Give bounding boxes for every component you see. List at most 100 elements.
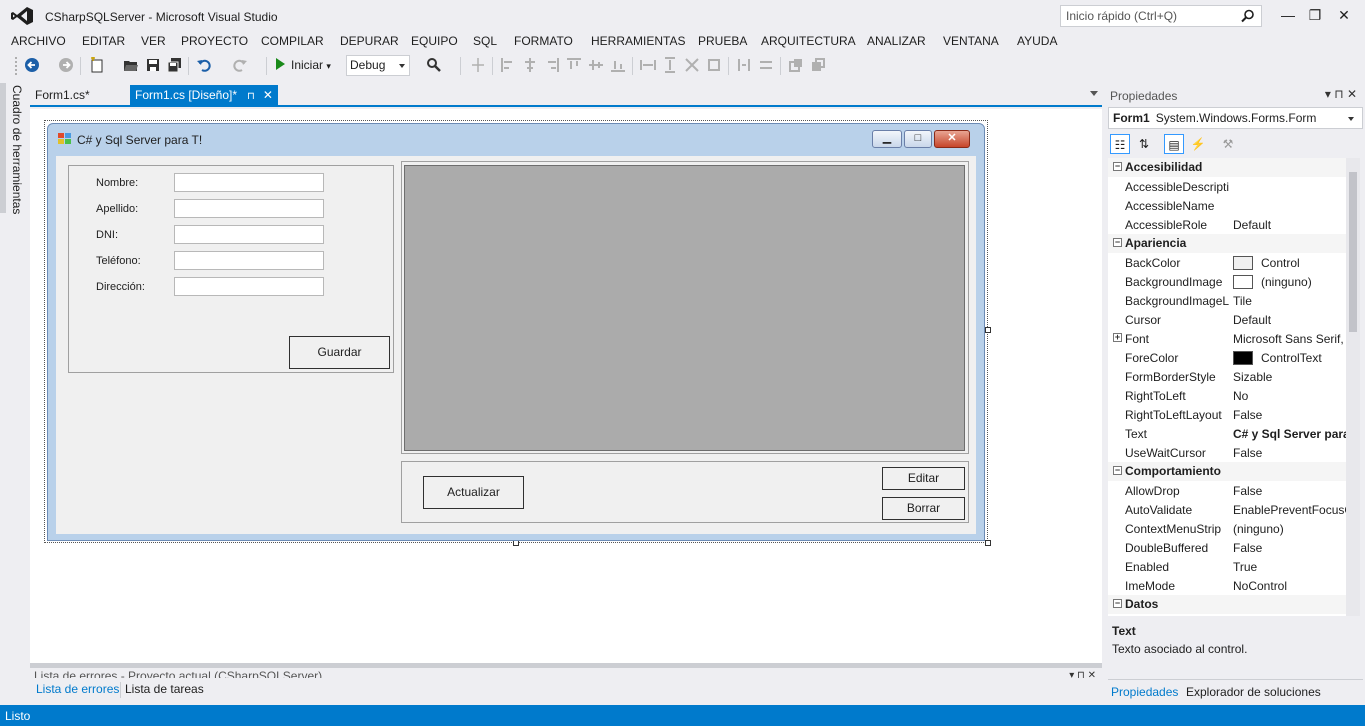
menu-archivo[interactable]: ARCHIVO (11, 34, 66, 48)
property-row[interactable]: ContextMenuStrip (ninguno) (1108, 519, 1346, 538)
borrar-button[interactable]: Borrar (882, 497, 965, 520)
actualizar-button[interactable]: Actualizar (423, 476, 524, 509)
property-row[interactable]: ForeColor ControlText (1108, 348, 1346, 367)
form-designer-surface[interactable]: C# y Sql Server para T! ▁ □ ✕ Nombre: Ap… (30, 109, 1102, 663)
property-row[interactable]: BackColor Control (1108, 253, 1346, 272)
properties-icon[interactable]: ▤ (1164, 134, 1184, 154)
property-row[interactable]: AccessibleDescription (1108, 177, 1346, 196)
property-pages-icon[interactable]: ⚒ (1218, 134, 1238, 154)
form-minimize-button[interactable]: ▁ (872, 130, 902, 148)
collapse-icon[interactable]: − (1113, 238, 1122, 247)
property-category[interactable]: − Datos (1108, 595, 1346, 614)
menu-formato[interactable]: FORMATO (514, 34, 573, 48)
property-value[interactable]: False (1233, 484, 1346, 498)
property-value[interactable]: ControlText (1233, 351, 1346, 365)
menu-equipo[interactable]: EQUIPO (411, 34, 458, 48)
property-row[interactable]: AutoValidate EnablePreventFocusChange (1108, 500, 1346, 519)
menu-depurar[interactable]: DEPURAR (340, 34, 399, 48)
menu-ayuda[interactable]: AYUDA (1017, 34, 1057, 48)
property-value[interactable]: NoControl (1233, 579, 1346, 593)
open-file-icon[interactable] (123, 57, 139, 73)
property-value[interactable]: Sizable (1233, 370, 1346, 384)
data-grid-view[interactable] (404, 165, 965, 451)
property-row[interactable]: AccessibleName (1108, 196, 1346, 215)
property-category[interactable]: − Comportamiento (1108, 462, 1346, 481)
property-value[interactable]: Default (1233, 218, 1346, 232)
property-row[interactable]: UseWaitCursor False (1108, 443, 1346, 462)
quick-launch-input[interactable]: Inicio rápido (Ctrl+Q) (1060, 5, 1262, 27)
menu-ver[interactable]: VER (141, 34, 166, 48)
save-icon[interactable] (145, 57, 161, 73)
save-all-icon[interactable] (167, 57, 183, 73)
resize-handle-corner[interactable] (985, 540, 991, 546)
new-project-icon[interactable] (89, 57, 105, 73)
editar-button[interactable]: Editar (882, 467, 965, 490)
resize-handle-right[interactable] (985, 327, 991, 333)
nombre-textbox[interactable] (174, 173, 324, 192)
property-value[interactable]: (ninguno) (1233, 275, 1346, 289)
property-value[interactable]: Default (1233, 313, 1346, 327)
property-row[interactable]: DoubleBuffered False (1108, 538, 1346, 557)
property-row[interactable]: RightToLeft No (1108, 386, 1346, 405)
property-row[interactable]: FormBorderStyle Sizable (1108, 367, 1346, 386)
minimize-button[interactable]: — (1275, 4, 1301, 26)
close-button[interactable]: ✕ (1331, 4, 1357, 26)
tabs-dropdown-icon[interactable] (1090, 91, 1098, 96)
tab-properties[interactable]: Propiedades (1111, 685, 1178, 699)
property-value[interactable]: Tile (1233, 294, 1346, 308)
tab-task-list[interactable]: Lista de tareas (125, 682, 204, 696)
collapse-icon[interactable]: − (1113, 162, 1122, 171)
property-value[interactable]: False (1233, 541, 1346, 555)
property-value[interactable]: Microsoft Sans Serif, (1233, 332, 1346, 346)
expand-icon[interactable]: + (1113, 333, 1122, 342)
property-value[interactable]: False (1233, 408, 1346, 422)
properties-window-buttons[interactable]: ▾ ⊓ ✕ (1325, 87, 1357, 101)
guardar-button[interactable]: Guardar (289, 336, 390, 369)
back-icon[interactable] (24, 57, 40, 73)
toolbar-grip[interactable] (14, 56, 18, 76)
property-row[interactable]: Enabled True (1108, 557, 1346, 576)
menu-arquitectura[interactable]: ARQUITECTURA (761, 34, 856, 48)
tab-error-list[interactable]: Lista de errores (36, 682, 119, 696)
property-row[interactable]: Text C# y Sql Server para (1108, 424, 1346, 443)
form-close-button[interactable]: ✕ (934, 130, 970, 148)
scrollbar-thumb[interactable] (1349, 172, 1357, 332)
redo-icon[interactable] (232, 57, 248, 73)
menu-ventana[interactable]: VENTANA (943, 34, 999, 48)
tab-solution-explorer[interactable]: Explorador de soluciones (1186, 685, 1321, 699)
tab-form1-cs[interactable]: Form1.cs* (30, 85, 95, 105)
menu-analizar[interactable]: ANALIZAR (867, 34, 926, 48)
property-row[interactable]: RightToLeftLayout False (1108, 405, 1346, 424)
collapse-icon[interactable]: − (1113, 466, 1122, 475)
property-value[interactable]: (ninguno) (1233, 522, 1346, 536)
property-row[interactable]: Cursor Default (1108, 310, 1346, 329)
property-row[interactable]: AllowDrop False (1108, 481, 1346, 500)
property-category[interactable]: − Apariencia (1108, 234, 1346, 253)
collapse-icon[interactable]: − (1113, 599, 1122, 608)
menu-proyecto[interactable]: PROYECTO (181, 34, 248, 48)
pin-icon[interactable]: ⊓ (247, 91, 255, 102)
restore-button[interactable]: ❐ (1302, 4, 1328, 26)
solution-configuration-select[interactable]: Debug (346, 55, 410, 76)
tab-form1-design[interactable]: Form1.cs [Diseño]* ⊓ ✕ (130, 85, 278, 105)
dni-textbox[interactable] (174, 225, 324, 244)
property-value[interactable]: Control (1233, 256, 1346, 270)
panel-window-buttons[interactable]: ▾ ⊓ ✕ (1069, 670, 1096, 681)
find-in-files-icon[interactable] (426, 57, 442, 73)
property-value[interactable]: EnablePreventFocusChange (1233, 503, 1346, 517)
property-row[interactable]: + Font Microsoft Sans Serif, (1108, 329, 1346, 348)
property-row[interactable]: BackgroundImageLayout Tile (1108, 291, 1346, 310)
menu-compilar[interactable]: COMPILAR (261, 34, 324, 48)
property-value[interactable]: C# y Sql Server para (1233, 427, 1346, 441)
menu-herramientas[interactable]: HERRAMIENTAS (591, 34, 685, 48)
start-debugging-button[interactable]: Iniciar ▾ (276, 56, 331, 76)
property-value[interactable]: No (1233, 389, 1346, 403)
property-grid[interactable]: −AccesibilidadAccessibleDescriptionAcces… (1108, 158, 1346, 616)
events-icon[interactable]: ⚡ (1188, 134, 1208, 154)
property-value[interactable]: True (1233, 560, 1346, 574)
apellido-textbox[interactable] (174, 199, 324, 218)
form-maximize-button[interactable]: □ (904, 130, 932, 148)
forward-icon[interactable] (58, 57, 74, 73)
menu-editar[interactable]: EDITAR (82, 34, 125, 48)
menu-prueba[interactable]: PRUEBA (698, 34, 747, 48)
